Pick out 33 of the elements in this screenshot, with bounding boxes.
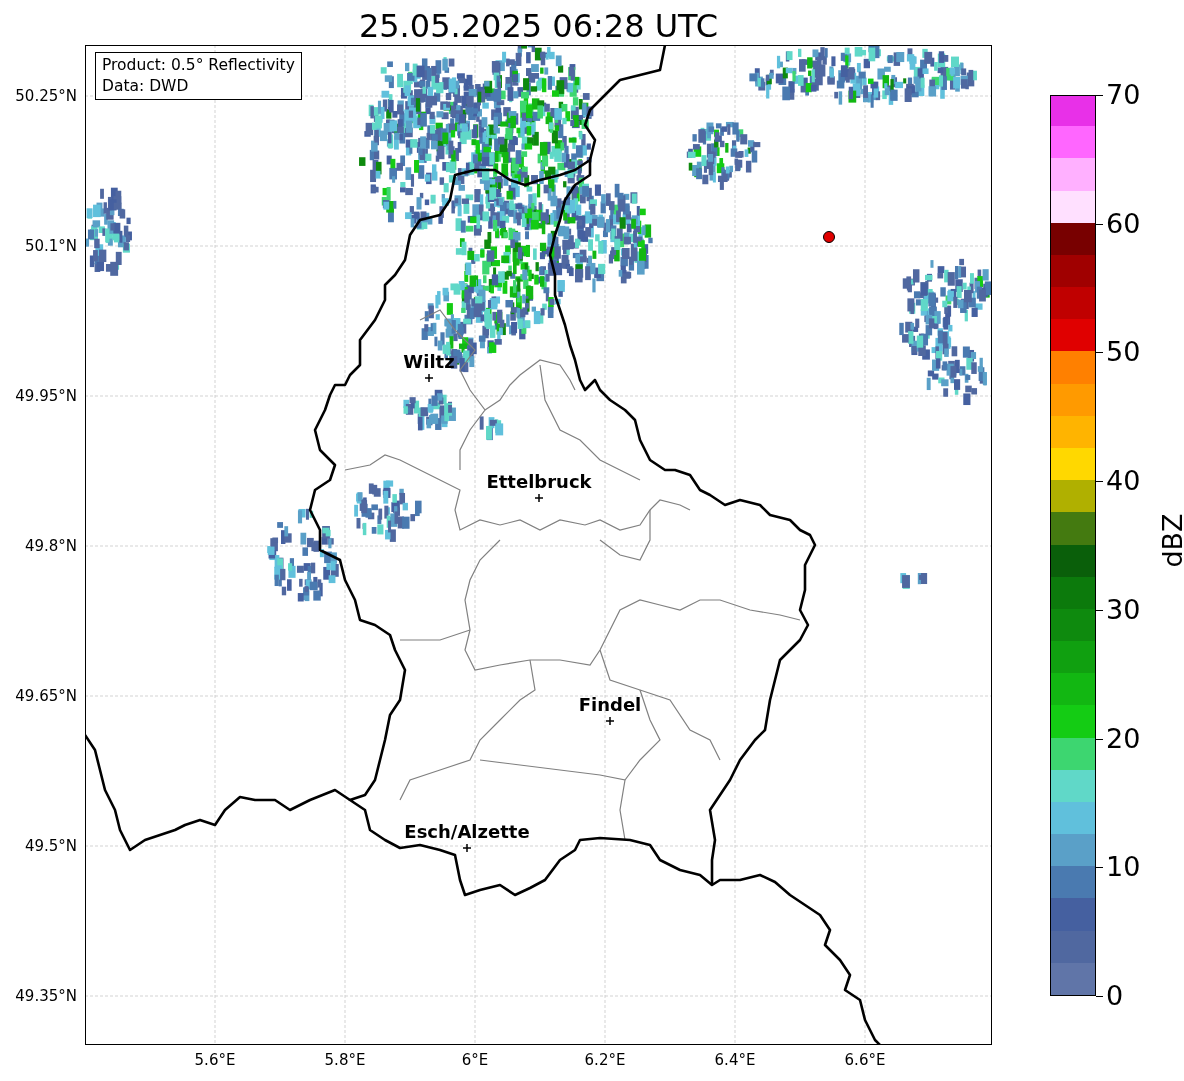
- axis-tick-label: 6.2°E: [583, 1051, 627, 1069]
- city-label: Findel: [578, 694, 642, 715]
- city-label: Ettelbruck: [486, 471, 592, 492]
- colorbar-tick-label: 10: [1106, 850, 1141, 885]
- city-marker-icon: [424, 373, 434, 383]
- city-marker-icon: [534, 493, 544, 503]
- city-marker-icon: [462, 843, 472, 853]
- axis-tick-label: 49.35°N: [15, 987, 77, 1005]
- legend-text: Product: 0.5° Reflectivity: [102, 55, 295, 76]
- axis-tick-label: 6.6°E: [843, 1051, 887, 1069]
- axis-tick-label: 50.1°N: [24, 237, 77, 255]
- colorbar-tick-label: 60: [1106, 206, 1141, 241]
- axis-tick-label: 6°E: [460, 1051, 490, 1069]
- axis-tick-label: 49.95°N: [15, 387, 77, 405]
- axis-tick-label: 50.25°N: [15, 87, 77, 105]
- colorbar-tick-label: 20: [1106, 721, 1141, 756]
- axis-tick-label: 5.8°E: [323, 1051, 367, 1069]
- colorbar-tick-label: 50: [1106, 335, 1141, 370]
- axis-tick-label: 5.6°E: [193, 1051, 237, 1069]
- colorbar-tick-label: 40: [1106, 464, 1141, 499]
- colorbar-tick-label: 70: [1106, 78, 1141, 112]
- axis-tick-label: 49.65°N: [15, 687, 77, 705]
- chart-title: 25.05.2025 06:28 UTC: [357, 6, 720, 45]
- colorbar-label: dBZ: [1156, 512, 1184, 570]
- axis-tick-label: 6.4°E: [713, 1051, 757, 1069]
- city-marker-icon: [605, 716, 615, 726]
- site-marker-icon: [823, 231, 835, 243]
- axis-tick-label: 49.8°N: [24, 537, 77, 555]
- city-label: Esch/Alzette: [404, 821, 530, 842]
- colorbar-tick-label: 0: [1106, 979, 1124, 1013]
- colorbar-tick-label: 30: [1106, 592, 1141, 627]
- axis-tick-label: 49.5°N: [24, 837, 77, 855]
- legend-text: Data: DWD: [102, 76, 190, 97]
